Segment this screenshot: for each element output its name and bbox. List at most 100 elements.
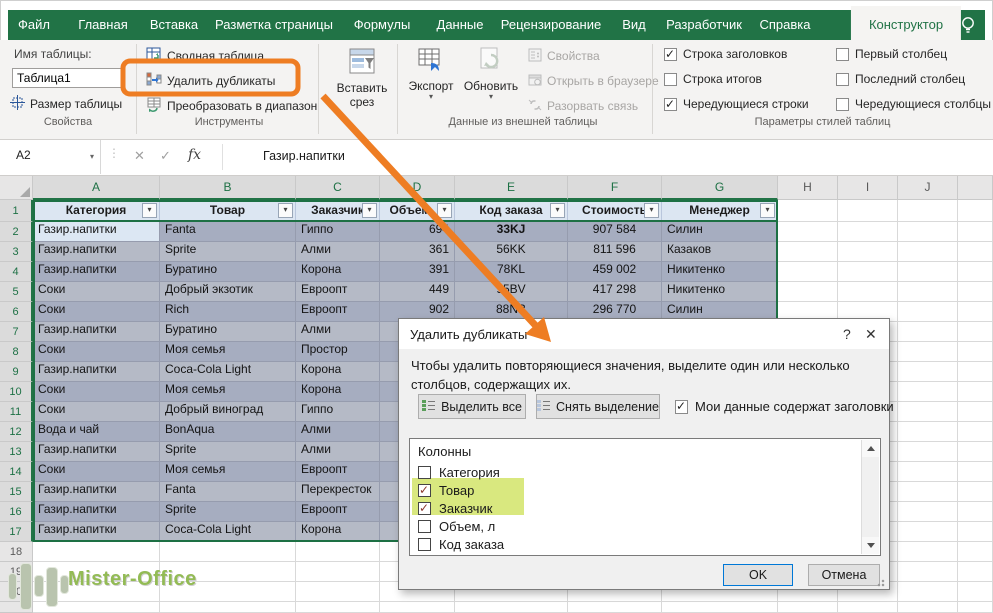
row-header-5[interactable]: 5: [0, 282, 33, 302]
row-header-10[interactable]: 10: [0, 382, 33, 402]
cell-A12[interactable]: Вода и чай: [33, 422, 160, 442]
cell-J17[interactable]: [898, 522, 958, 542]
column-header-E[interactable]: E: [455, 176, 568, 200]
cell-C15[interactable]: Перекресток: [296, 482, 380, 502]
cell-stub15[interactable]: [958, 482, 993, 502]
convert-to-range-button[interactable]: Преобразовать в диапазон: [146, 96, 317, 116]
ribbon-tab-4[interactable]: Разметка страницы: [209, 10, 339, 40]
row-header-8[interactable]: 8: [0, 342, 33, 362]
row-header-3[interactable]: 3: [0, 242, 33, 262]
cell-J2[interactable]: [898, 222, 958, 242]
ribbon-tab-1[interactable]: Файл: [12, 10, 56, 40]
cell-stub10[interactable]: [958, 382, 993, 402]
ribbon-tab-5[interactable]: Формулы: [348, 10, 417, 40]
cell-J19[interactable]: [898, 562, 958, 582]
cell-B18[interactable]: [160, 542, 296, 562]
row-header-7[interactable]: 7: [0, 322, 33, 342]
cell-B9[interactable]: Coca-Cola Light: [160, 362, 296, 382]
cell-G3[interactable]: Казаков: [662, 242, 778, 262]
resize-table-button[interactable]: Размер таблицы: [10, 94, 122, 114]
insert-function-icon[interactable]: fx: [188, 147, 201, 163]
cell-stub3[interactable]: [958, 242, 993, 262]
filter-dropdown-icon[interactable]: ▾: [760, 203, 775, 218]
ribbon-tab-9[interactable]: Разработчик: [660, 10, 748, 40]
cell-A3[interactable]: Газир.напитки: [33, 242, 160, 262]
column-option-3[interactable]: Заказчик: [418, 499, 492, 517]
cell-C2[interactable]: Гиппо: [296, 222, 380, 242]
filter-dropdown-icon[interactable]: ▾: [142, 203, 157, 218]
cell-F3[interactable]: 811 596: [568, 242, 662, 262]
table-name-input[interactable]: [12, 68, 124, 88]
cell-C11[interactable]: Гиппо: [296, 402, 380, 422]
cell-I2[interactable]: [838, 222, 898, 242]
cell-I1[interactable]: [838, 200, 898, 222]
cell-H21[interactable]: [778, 602, 838, 613]
row-header-2[interactable]: 2: [0, 222, 33, 242]
header-cell-C1[interactable]: Заказчик▾: [296, 200, 380, 222]
columns-list-scrollbar[interactable]: [861, 440, 879, 554]
cell-B17[interactable]: Coca-Cola Light: [160, 522, 296, 542]
cell-stub8[interactable]: [958, 342, 993, 362]
cell-C8[interactable]: Простор: [296, 342, 380, 362]
ribbon-tab-10[interactable]: Справка: [754, 10, 817, 40]
column-header-stub[interactable]: [958, 176, 993, 200]
my-data-has-headers-checkbox[interactable]: Мои данные содержат заголовки: [675, 399, 894, 414]
cell-C7[interactable]: Алми: [296, 322, 380, 342]
cell-J11[interactable]: [898, 402, 958, 422]
cell-C10[interactable]: Корона: [296, 382, 380, 402]
cell-J13[interactable]: [898, 442, 958, 462]
filter-dropdown-icon[interactable]: ▾: [362, 203, 377, 218]
column-header-C[interactable]: C: [296, 176, 380, 200]
header-cell-G1[interactable]: Менеджер▾: [662, 200, 778, 222]
style-option-1[interactable]: Строка заголовков: [664, 47, 787, 61]
cell-D5[interactable]: 449: [380, 282, 455, 302]
cell-J6[interactable]: [898, 302, 958, 322]
column-option-5[interactable]: Код заказа: [418, 535, 504, 553]
dialog-close-icon[interactable]: ✕: [865, 326, 877, 343]
cell-D2[interactable]: 694: [380, 222, 455, 242]
cell-B11[interactable]: Добрый виноград: [160, 402, 296, 422]
clear-selection-button[interactable]: Снять выделение: [536, 394, 660, 419]
cell-C9[interactable]: Корона: [296, 362, 380, 382]
formula-bar-content[interactable]: Газир.напитки: [263, 149, 345, 163]
row-header-19[interactable]: 19: [0, 562, 33, 582]
cell-C14[interactable]: Евроопт: [296, 462, 380, 482]
row-header-13[interactable]: 13: [0, 442, 33, 462]
cell-B4[interactable]: Буратино: [160, 262, 296, 282]
cell-B7[interactable]: Буратино: [160, 322, 296, 342]
row-header-4[interactable]: 4: [0, 262, 33, 282]
cell-E21[interactable]: [455, 602, 568, 613]
cell-B12[interactable]: BonAqua: [160, 422, 296, 442]
cell-B15[interactable]: Fanta: [160, 482, 296, 502]
dialog-resize-grip[interactable]: [877, 577, 887, 587]
cell-C17[interactable]: Корона: [296, 522, 380, 542]
cell-J8[interactable]: [898, 342, 958, 362]
cell-C13[interactable]: Алми: [296, 442, 380, 462]
cell-H4[interactable]: [778, 262, 838, 282]
remove-duplicates-button[interactable]: Удалить дубликаты: [146, 71, 275, 91]
style-option-6[interactable]: Чередующиеся столбцы: [836, 97, 991, 111]
cell-A17[interactable]: Газир.напитки: [33, 522, 160, 542]
cell-J20[interactable]: [898, 582, 958, 602]
cell-B8[interactable]: Моя семья: [160, 342, 296, 362]
cell-A6[interactable]: Соки: [33, 302, 160, 322]
export-dropdown-arrow[interactable]: ▾: [402, 93, 460, 101]
column-header-G[interactable]: G: [662, 176, 778, 200]
insert-slicer-button[interactable]: Вставить срез: [330, 43, 394, 133]
cell-B3[interactable]: Sprite: [160, 242, 296, 262]
cell-stub1[interactable]: [958, 200, 993, 222]
style-option-4[interactable]: Первый столбец: [836, 47, 947, 61]
cell-F2[interactable]: 907 584: [568, 222, 662, 242]
cell-E3[interactable]: 56KK: [455, 242, 568, 262]
cell-J10[interactable]: [898, 382, 958, 402]
cell-E2[interactable]: 33KJ: [455, 222, 568, 242]
cell-stub19[interactable]: [958, 562, 993, 582]
cell-A2[interactable]: Газир.напитки: [33, 222, 160, 242]
cell-stub11[interactable]: [958, 402, 993, 422]
cell-I21[interactable]: [838, 602, 898, 613]
cell-B5[interactable]: Добрый экзотик: [160, 282, 296, 302]
name-box[interactable]: A2 ▾: [8, 140, 101, 174]
select-all-corner[interactable]: [0, 176, 33, 200]
row-header-6[interactable]: 6: [0, 302, 33, 322]
cell-J3[interactable]: [898, 242, 958, 262]
